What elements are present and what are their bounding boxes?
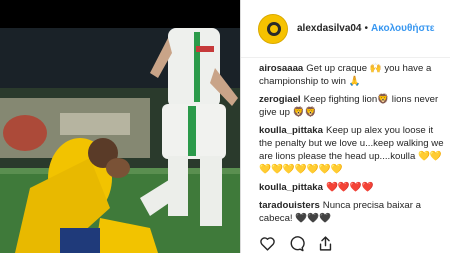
follow-button[interactable]: Ακολουθήστε	[371, 23, 435, 34]
comment: koulla_pittaka Keep up alex you loose it …	[259, 124, 449, 176]
post-actions	[259, 233, 449, 253]
comment-bubble-icon[interactable]	[288, 235, 305, 252]
comment-username[interactable]: koulla_pittaka	[259, 182, 323, 193]
avatar[interactable]	[258, 13, 288, 44]
heart-outline-icon[interactable]	[259, 235, 276, 252]
comment-username[interactable]: airosaaaa	[259, 63, 303, 74]
header-separator: •	[364, 23, 369, 34]
photo-top-bar	[0, 0, 240, 28]
comment: zerogiael Keep fighting lion🦁 lions never…	[259, 93, 449, 119]
comment: airosaaaa Get up craque 🙌 you have a cham…	[259, 62, 449, 88]
post-side-panel: alexdasilva04 • Ακολουθήστε airosaaaa Get…	[240, 0, 450, 253]
comment: taradouisters Nunca precisa baixar a cabe…	[259, 199, 449, 225]
comment-list: airosaaaa Get up craque 🙌 you have a cham…	[259, 62, 449, 230]
football-photo	[0, 28, 240, 253]
post-photo[interactable]	[0, 0, 240, 253]
post-header: alexdasilva04 • Ακολουθήστε	[241, 0, 450, 58]
comment-username[interactable]: zerogiael	[259, 94, 301, 105]
comment: koulla_pittaka ❤️❤️❤️❤️	[259, 181, 449, 194]
comment-username[interactable]: taradouisters	[259, 200, 320, 211]
share-icon[interactable]	[317, 235, 334, 252]
post-username[interactable]: alexdasilva04	[297, 23, 362, 34]
comment-username[interactable]: koulla_pittaka	[259, 125, 323, 136]
comment-text: ❤️❤️❤️❤️	[325, 182, 374, 193]
lion-avatar-icon	[259, 14, 287, 43]
